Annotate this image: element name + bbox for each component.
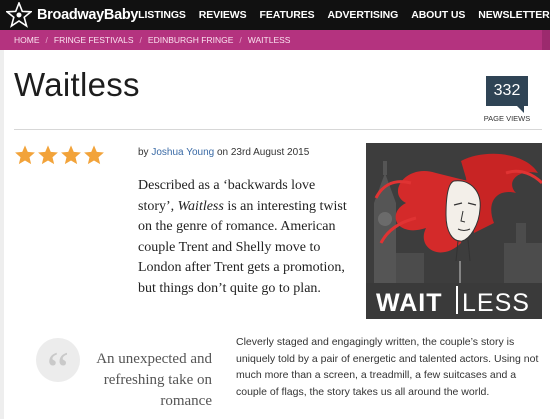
title-divider xyxy=(14,129,542,130)
page-border xyxy=(0,50,4,419)
top-navigation: BroadwayBaby LISTINGS REVIEWS FEATURES A… xyxy=(0,0,550,30)
pull-quote: An unexpected and refreshing take on rom… xyxy=(96,351,212,409)
breadcrumb: HOME / FRINGE FESTIVALS / EDINBURGH FRIN… xyxy=(0,30,550,50)
breadcrumb-separator: / xyxy=(45,35,48,45)
nav-item-advertising[interactable]: ADVERTISING xyxy=(328,9,399,21)
star-icon xyxy=(38,145,58,165)
poster-title-bold: WAIT xyxy=(376,289,443,317)
site-logo[interactable]: BroadwayBaby xyxy=(0,0,138,30)
intro-paragraph: Described as a ‘backwards love story’, W… xyxy=(138,176,348,299)
breadcrumb-current-page[interactable]: WAITLESS xyxy=(248,35,291,45)
nav-item-about-us[interactable]: ABOUT US xyxy=(411,9,465,21)
breadcrumb-home[interactable]: HOME xyxy=(14,35,40,45)
nav-item-features[interactable]: FEATURES xyxy=(260,9,315,21)
publish-date: on 23rd August 2015 xyxy=(216,147,310,158)
review-body-paragraph: Cleverly staged and engagingly written, … xyxy=(236,336,539,398)
byline: by Joshua Young on 23rd August 2015 xyxy=(138,147,309,158)
page-views-label: PAGE VIEWS xyxy=(483,114,531,123)
breadcrumb-edinburgh-fringe[interactable]: EDINBURGH FRINGE xyxy=(148,35,233,45)
nav-item-reviews[interactable]: REVIEWS xyxy=(199,9,247,21)
page-views-count: 332 xyxy=(486,76,528,106)
byline-prefix: by xyxy=(138,147,149,158)
nav-item-newsletter[interactable]: NEWSLETTER xyxy=(478,9,549,21)
star-logo-icon xyxy=(6,2,32,28)
breadcrumb-separator: / xyxy=(239,35,242,45)
page-views-bubble-tail xyxy=(517,106,524,113)
intro-show-title: Waitless xyxy=(177,198,224,214)
nav-item-listings[interactable]: LISTINGS xyxy=(138,9,186,21)
poster-title-light: LESS xyxy=(462,289,530,317)
star-rating xyxy=(14,144,106,166)
page-title: Waitless xyxy=(14,66,140,103)
star-icon xyxy=(84,145,104,165)
poster-illustration: WAIT LESS xyxy=(366,143,542,319)
show-poster-image[interactable]: WAIT LESS xyxy=(366,143,542,319)
author-link[interactable]: Joshua Young xyxy=(151,147,214,158)
star-icon xyxy=(61,145,81,165)
star-icon xyxy=(15,145,35,165)
breadcrumb-separator: / xyxy=(139,35,142,45)
brand-name: BroadwayBaby xyxy=(37,7,139,23)
breadcrumb-edge xyxy=(542,30,550,50)
nav-menu: LISTINGS REVIEWS FEATURES ADVERTISING AB… xyxy=(138,0,550,30)
breadcrumb-fringe-festivals[interactable]: FRINGE FESTIVALS xyxy=(54,35,134,45)
